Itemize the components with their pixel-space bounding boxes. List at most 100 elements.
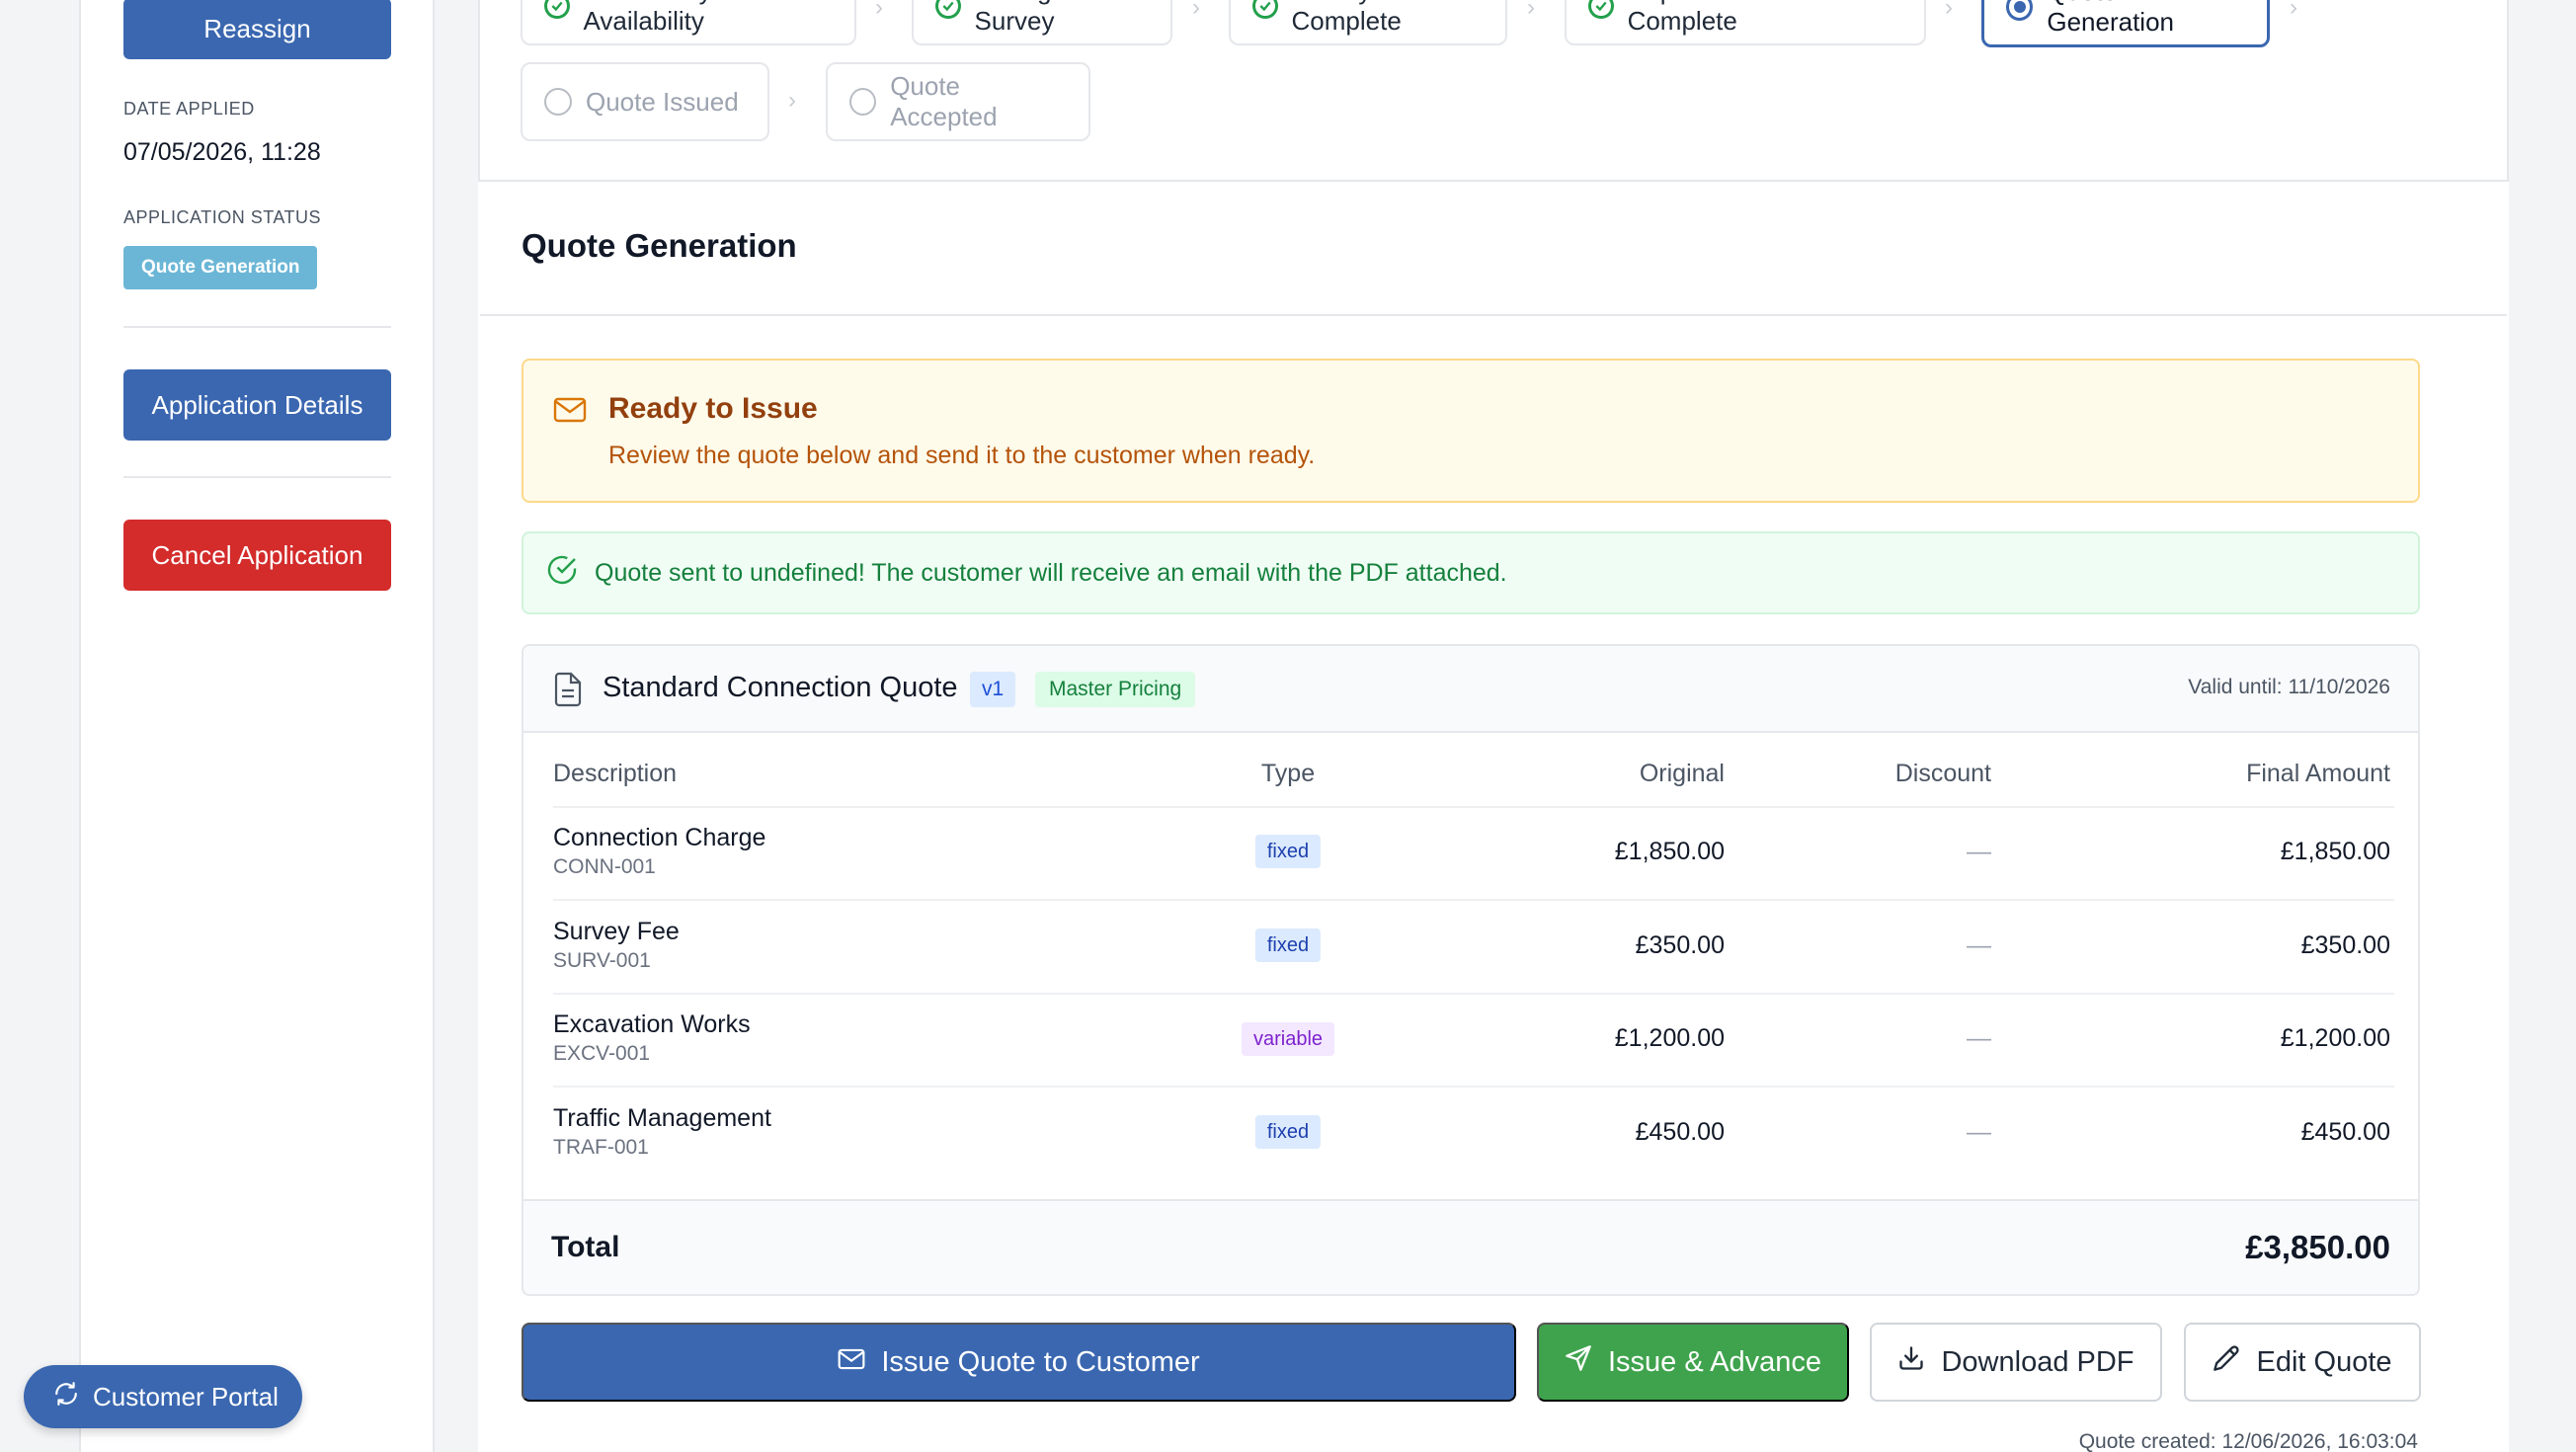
chevron-right-icon: › [1527, 0, 1535, 21]
application-details-button[interactable]: Application Details [123, 369, 391, 441]
chevron-right-icon: › [875, 0, 883, 21]
download-pdf-label: Download PDF [1941, 1345, 2134, 1378]
row-original: £350.00 [1635, 931, 1725, 959]
issue-quote-label: Issue Quote to Customer [881, 1345, 1200, 1378]
type-badge: fixed [1254, 928, 1322, 962]
valid-until: Valid until: 11/10/2026 [2188, 676, 2390, 698]
cancel-application-button[interactable]: Cancel Application [123, 520, 391, 591]
step-dependencies-complete[interactable]: Dependencies Complete [1565, 0, 1926, 45]
sidebar-divider [123, 476, 391, 478]
card-divider [480, 314, 2507, 316]
column-header-type: Type [1260, 760, 1316, 787]
chevron-right-icon: › [2290, 0, 2297, 21]
header-divider [553, 806, 2394, 808]
row-description: Excavation Works [553, 1010, 751, 1038]
application-status-label: APPLICATION STATUS [123, 207, 322, 227]
step-quote-generation[interactable]: Quote Generation [1981, 0, 2270, 47]
step-label: Get Survey Availability [583, 0, 712, 36]
total-value: £3,850.00 [2245, 1229, 2390, 1265]
row-divider [553, 1086, 2394, 1088]
issue-quote-button[interactable]: Issue Quote to Customer [522, 1323, 1516, 1402]
download-pdf-button[interactable]: Download PDF [1870, 1323, 2162, 1402]
column-header-final: Final Amount [2246, 760, 2390, 787]
issue-and-advance-button[interactable]: Issue & Advance [1537, 1323, 1849, 1402]
edit-quote-label: Edit Quote [2256, 1345, 2392, 1378]
card-title: Quote Generation [522, 227, 797, 264]
check-circle-icon [1252, 0, 1278, 19]
step-quote-issued[interactable]: Quote Issued [521, 62, 769, 141]
empty-circle-icon [544, 88, 572, 116]
current-step-icon [2006, 0, 2034, 21]
mail-icon [553, 396, 587, 429]
reassign-button[interactable]: Reassign [123, 0, 391, 59]
ready-to-issue-alert: Ready to Issue Review the quote below an… [522, 359, 2420, 503]
mail-icon [838, 1346, 865, 1379]
quote-header: Standard Connection Quote v1 Master Pric… [523, 646, 2418, 733]
step-label: Quote Generation [2047, 0, 2175, 37]
edit-quote-button[interactable]: Edit Quote [2184, 1323, 2421, 1402]
check-circle-icon [544, 0, 570, 19]
column-header-discount: Discount [1894, 760, 1991, 787]
version-badge: v1 [970, 672, 1016, 707]
download-icon [1897, 1344, 1925, 1380]
refresh-icon [53, 1381, 79, 1413]
row-discount: — [1967, 931, 1991, 959]
type-badge: fixed [1254, 1115, 1322, 1149]
sidebar-divider [123, 326, 391, 328]
step-label: Dependencies Complete [1627, 0, 1792, 36]
success-alert: Quote sent to undefined! The customer wi… [522, 531, 2420, 614]
check-circle-icon [935, 0, 961, 19]
ready-title: Ready to Issue [608, 392, 818, 425]
row-description: Traffic Management [553, 1104, 771, 1132]
step-label: Arrange Survey [974, 0, 1067, 36]
step-quote-accepted[interactable]: Quote Accepted [826, 62, 1090, 141]
quote-title: Standard Connection Quote [603, 672, 958, 703]
step-survey-complete[interactable]: Survey Complete [1229, 0, 1507, 45]
send-icon [1565, 1344, 1592, 1380]
customer-portal-label: Customer Portal [93, 1381, 279, 1412]
step-get-survey-availability[interactable]: Get Survey Availability [521, 0, 856, 45]
step-arrange-survey[interactable]: Arrange Survey [912, 0, 1172, 45]
check-circle-icon [545, 553, 579, 594]
row-final: £350.00 [2300, 931, 2390, 959]
check-circle-icon [1588, 0, 1614, 19]
document-icon [553, 672, 583, 712]
type-badge: fixed [1254, 835, 1322, 868]
column-header-original: Original [1639, 760, 1725, 787]
total-label: Total [551, 1231, 620, 1263]
row-discount: — [1967, 838, 1991, 865]
row-code: TRAF-001 [553, 1136, 649, 1159]
issue-and-advance-label: Issue & Advance [1607, 1345, 1822, 1378]
step-label: Quote Accepted [890, 71, 998, 131]
chevron-right-icon: › [1192, 0, 1200, 21]
step-label: Quote Issued [586, 86, 739, 117]
row-discount: — [1967, 1118, 1991, 1146]
step-label: Survey Complete [1291, 0, 1402, 36]
column-header-description: Description [553, 760, 678, 787]
row-original: £1,850.00 [1614, 838, 1725, 865]
quote-created-timestamp: Quote created: 12/06/2026, 16:03:04 [2078, 1430, 2418, 1452]
ready-text: Review the quote below and send it to th… [608, 442, 1316, 469]
row-description: Connection Charge [553, 824, 766, 851]
row-code: EXCV-001 [553, 1042, 651, 1065]
chevron-right-icon: › [788, 87, 796, 114]
type-badge: variable [1241, 1022, 1335, 1056]
pencil-icon [2213, 1344, 2240, 1380]
row-code: SURV-001 [553, 949, 651, 972]
row-final: £1,850.00 [2280, 838, 2390, 865]
customer-portal-button[interactable]: Customer Portal [24, 1365, 302, 1428]
total-row: Total £3,850.00 [523, 1199, 2418, 1294]
row-code: CONN-001 [553, 855, 656, 878]
status-badge: Quote Generation [123, 246, 318, 289]
pricing-badge: Master Pricing [1035, 672, 1196, 707]
empty-circle-icon [849, 88, 877, 116]
row-final: £1,200.00 [2280, 1024, 2390, 1052]
date-applied-value: 07/05/2026, 11:28 [123, 138, 321, 166]
row-divider [553, 993, 2394, 995]
row-divider [553, 899, 2394, 901]
row-final: £450.00 [2300, 1118, 2390, 1146]
row-original: £450.00 [1635, 1118, 1725, 1146]
row-discount: — [1967, 1024, 1991, 1052]
quote-panel: Standard Connection Quote v1 Master Pric… [522, 644, 2420, 1296]
success-text: Quote sent to undefined! The customer wi… [595, 558, 1507, 587]
